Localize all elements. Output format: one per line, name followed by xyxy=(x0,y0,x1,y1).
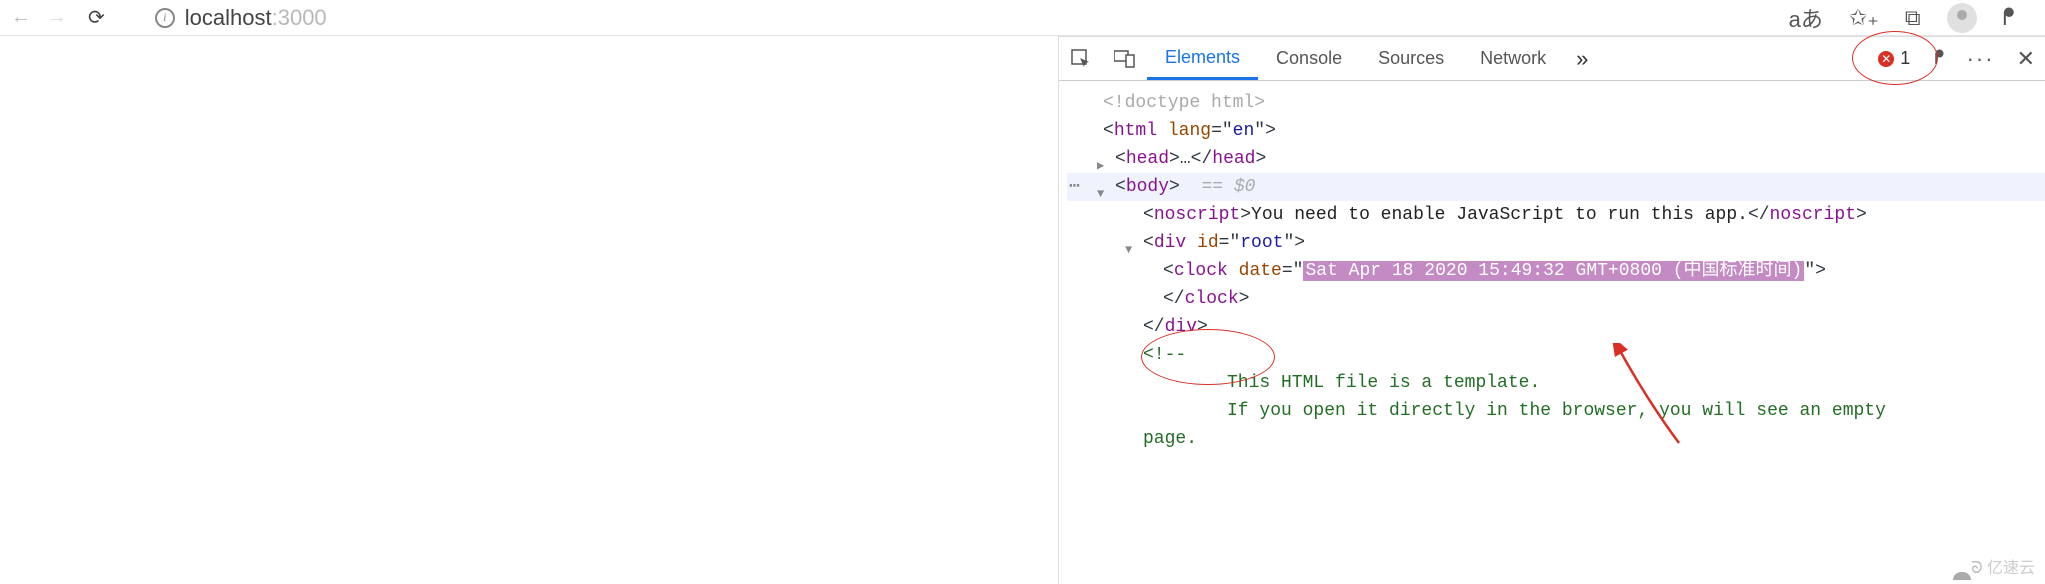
browser-toolbar: ← → ⟳ i localhost:3000 aあ ✩₊ ⧉ ᖰ xyxy=(0,0,2045,36)
dom-node-div-close[interactable]: </div> xyxy=(1067,313,2045,341)
error-counter[interactable]: ✕ 1 xyxy=(1864,37,1924,80)
person-icon[interactable]: ᖰ xyxy=(2003,4,2015,32)
page-viewport xyxy=(0,36,1059,584)
feedback-icon[interactable]: ⧉ xyxy=(1905,5,1921,31)
devtools-panel: Elements Console Sources Network » ✕ 1 ᖰ… xyxy=(1059,36,2045,584)
dom-node-clock-open[interactable]: <clock date="Sat Apr 18 2020 15:49:32 GM… xyxy=(1067,257,2045,285)
watermark: ᘐ 亿速云 xyxy=(1971,554,2035,578)
dom-node-div-root[interactable]: ▼ <div id="root"> xyxy=(1067,229,2045,257)
inspect-element-icon[interactable] xyxy=(1059,37,1103,80)
reload-button[interactable]: ⟳ xyxy=(88,5,105,30)
dom-node-noscript[interactable]: <noscript>You need to enable JavaScript … xyxy=(1067,201,2045,229)
tabs-overflow-icon[interactable]: » xyxy=(1564,37,1600,80)
dom-node-comment-line[interactable]: page. xyxy=(1067,425,2045,453)
feedback-devtools-icon[interactable]: ᖰ xyxy=(1924,37,1954,80)
devtools-menu-icon[interactable]: ··· xyxy=(1955,37,2007,80)
translate-icon[interactable]: aあ xyxy=(1789,2,1823,34)
dom-node-comment-line[interactable]: This HTML file is a template. xyxy=(1067,369,2045,397)
profile-avatar[interactable] xyxy=(1947,3,1977,33)
device-toggle-icon[interactable] xyxy=(1103,37,1147,80)
tab-console[interactable]: Console xyxy=(1258,37,1360,80)
error-count: 1 xyxy=(1900,48,1910,69)
error-icon: ✕ xyxy=(1878,51,1894,67)
tab-sources[interactable]: Sources xyxy=(1360,37,1462,80)
site-info-icon[interactable]: i xyxy=(155,8,175,28)
dom-node-comment-open[interactable]: <!-- xyxy=(1067,341,2045,369)
dom-node-body[interactable]: ⋯ ▼ <body> == $0 xyxy=(1067,173,2045,201)
dom-node-html[interactable]: <html lang="en"> xyxy=(1067,117,2045,145)
dom-node-clock-close[interactable]: </clock> xyxy=(1067,285,2045,313)
dom-node-head[interactable]: ▶ <head>…</head> xyxy=(1067,145,2045,173)
highlighted-attr-value: Sat Apr 18 2020 15:49:32 GMT+0800 (中国标准时… xyxy=(1303,261,1804,281)
devtools-tabbar: Elements Console Sources Network » ✕ 1 ᖰ… xyxy=(1059,37,2045,81)
back-button[interactable]: ← xyxy=(10,6,32,29)
tab-elements[interactable]: Elements xyxy=(1147,37,1258,80)
toolbar-right: aあ ✩₊ ⧉ ᖰ xyxy=(1789,2,2035,34)
favorite-icon[interactable]: ✩₊ xyxy=(1849,5,1879,31)
devtools-close-icon[interactable]: ✕ xyxy=(2007,37,2045,80)
tab-network[interactable]: Network xyxy=(1462,37,1564,80)
url-text: localhost:3000 xyxy=(185,5,327,31)
selected-indicator-icon: ⋯ xyxy=(1069,173,1080,201)
forward-button[interactable]: → xyxy=(46,6,68,29)
elements-dom-tree[interactable]: <!doctype html> <html lang="en"> ▶ <head… xyxy=(1059,81,2045,584)
dom-node-doctype[interactable]: <!doctype html> xyxy=(1067,89,2045,117)
address-bar[interactable]: i localhost:3000 xyxy=(125,5,1775,31)
dom-node-comment-line[interactable]: If you open it directly in the browser, … xyxy=(1067,397,2045,425)
